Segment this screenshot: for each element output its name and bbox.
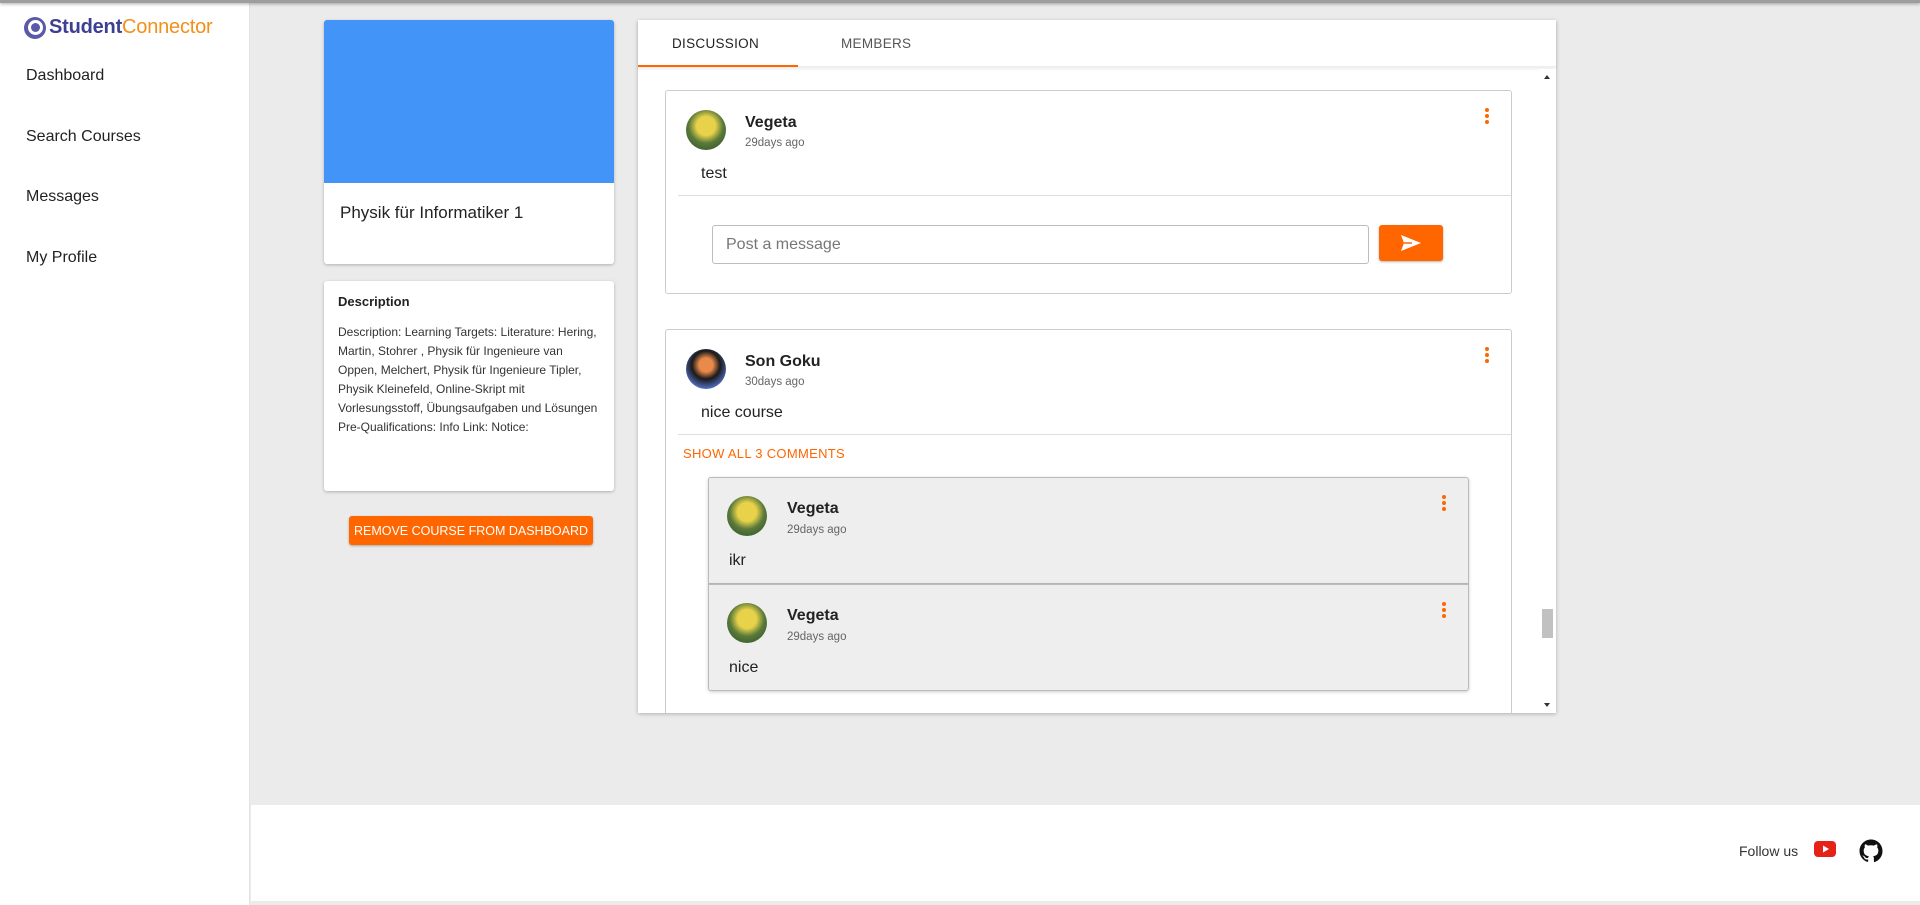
show-all-comments-link[interactable]: SHOW ALL 3 COMMENTS [683,446,845,461]
more-options-icon[interactable] [1442,602,1446,618]
description-text: Description: Learning Targets: Literatur… [338,325,598,434]
comment-text: nice [729,659,759,676]
post-text: test [678,153,1511,196]
post-timestamp: 29days ago [745,137,805,149]
scrollbar-thumb[interactable] [1542,609,1553,638]
scrollbar[interactable] [1539,69,1556,713]
comment-text: ikr [729,552,746,569]
logo-ring-icon [24,16,46,39]
post-author[interactable]: Son Goku [745,353,821,371]
sidebar-item-dashboard[interactable]: Dashboard [26,66,141,127]
vegeta-avatar [727,496,767,536]
comment-author[interactable]: Vegeta [787,500,839,518]
more-options-icon[interactable] [1485,108,1489,124]
logo-text-primary: Student [49,16,123,38]
course-banner-image [324,20,614,183]
sidebar-nav: Dashboard Search Courses Messages My Pro… [26,66,141,308]
comment-timestamp: 29days ago [787,524,847,536]
send-icon [1401,235,1421,251]
comment-timestamp: 29days ago [787,631,847,643]
footer-bottom-strip [251,901,1920,905]
comment-author[interactable]: Vegeta [787,607,839,625]
top-shadow-bar [0,0,1920,3]
follow-us-label: Follow us [1739,843,1799,859]
vegeta-avatar [686,110,726,150]
post-header: Son Goku 30days ago [666,330,1511,392]
sidebar-item-messages[interactable]: Messages [26,187,141,248]
comment-composer [666,196,1511,291]
more-options-icon[interactable] [1485,347,1489,363]
send-button[interactable] [1379,225,1443,261]
description-card: Description Description: Learning Target… [324,281,614,491]
more-options-icon[interactable] [1442,495,1446,511]
description-heading: Description [338,294,410,309]
footer: Follow us [251,805,1920,901]
logo-text: StudentConnector [49,16,213,39]
logo-text-secondary: Connector [122,16,213,38]
active-tab-indicator [638,65,798,67]
sidebar-item-my-profile[interactable]: My Profile [26,248,141,309]
tab-members[interactable]: MEMBERS [841,36,911,51]
github-icon[interactable] [1859,839,1883,863]
app-logo[interactable]: StudentConnector [24,16,213,39]
sidebar-item-search-courses[interactable]: Search Courses [26,127,141,188]
tab-discussion[interactable]: DISCUSSION [672,36,759,51]
scroll-down-arrow-icon[interactable] [1544,703,1550,707]
sidebar: StudentConnector Dashboard Search Course… [0,0,250,905]
comment-card: Vegeta 29days ago ikr [708,477,1469,584]
post-text: nice course [678,392,1511,435]
goku-avatar [686,349,726,389]
course-card: Physik für Informatiker 1 [324,20,614,264]
course-title: Physik für Informatiker 1 [340,203,524,222]
post-author[interactable]: Vegeta [745,114,797,132]
scroll-up-arrow-icon[interactable] [1544,75,1550,79]
post-card: Son Goku 30days ago nice course SHOW ALL… [665,329,1512,713]
post-message-input[interactable] [712,225,1369,264]
youtube-icon[interactable] [1814,841,1836,857]
tab-bar: DISCUSSION MEMBERS [638,20,1556,67]
post-header: Vegeta 29days ago [666,91,1511,153]
post-timestamp: 30days ago [745,376,805,388]
vegeta-avatar [727,603,767,643]
post-card: Vegeta 29days ago test [665,90,1512,294]
remove-course-button[interactable]: REMOVE COURSE FROM DASHBOARD [349,516,593,545]
comment-card: Vegeta 29days ago nice [708,584,1469,691]
discussion-panel: DISCUSSION MEMBERS Vegeta 29days ago tes… [638,20,1556,713]
discussion-scroll-area[interactable]: Vegeta 29days ago test Son Goku 30days a… [638,69,1556,713]
